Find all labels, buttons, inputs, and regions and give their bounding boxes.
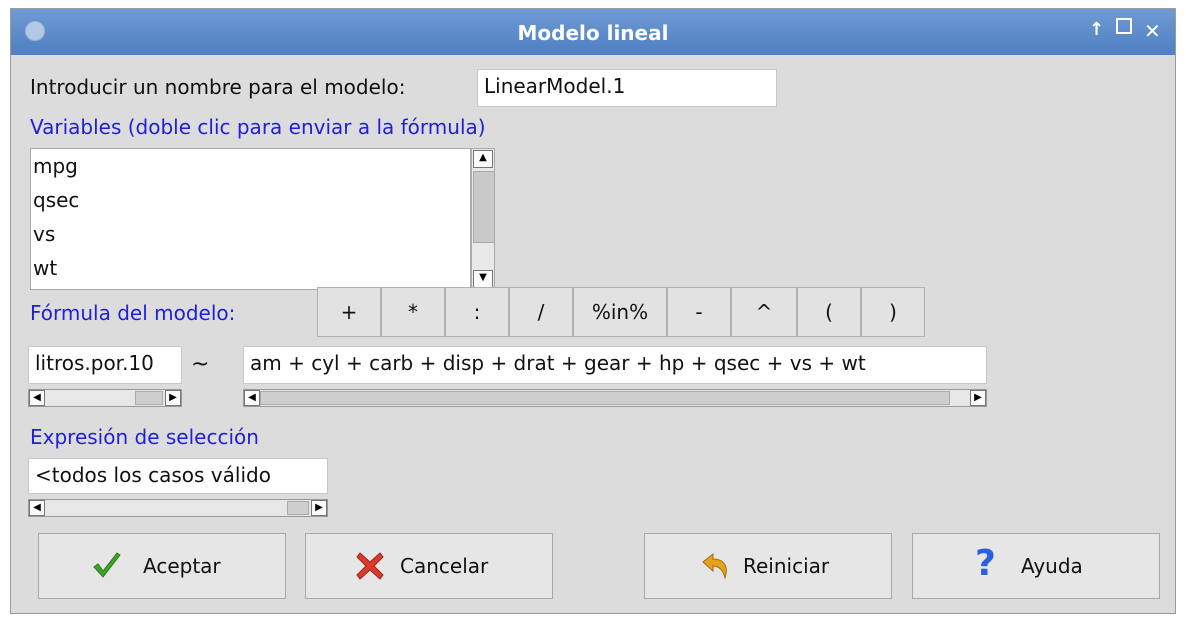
undo-arrow-icon — [702, 552, 727, 580]
help-button-label: Ayuda — [1021, 554, 1083, 578]
op-rparen-button[interactable]: ) — [861, 287, 925, 337]
model-name-input[interactable]: LinearModel.1 — [477, 69, 777, 107]
list-item[interactable]: vs — [31, 217, 470, 251]
variables-listbox[interactable]: mpg qsec vs wt — [30, 148, 471, 290]
predictors-input[interactable]: am + cyl + carb + disp + drat + gear + h… — [243, 346, 987, 384]
op-colon-button[interactable]: : — [445, 287, 509, 337]
list-item[interactable]: wt — [31, 251, 470, 285]
op-times-button[interactable]: * — [381, 287, 445, 337]
ok-button[interactable]: Aceptar — [38, 533, 286, 599]
op-lparen-button[interactable]: ( — [797, 287, 861, 337]
list-item[interactable]: mpg — [31, 149, 470, 183]
scroll-down-icon[interactable]: ▼ — [473, 270, 493, 288]
scroll-left-icon[interactable]: ◀ — [29, 500, 45, 516]
window-title: Modelo lineal — [517, 21, 669, 45]
list-item[interactable]: qsec — [31, 183, 470, 217]
x-icon — [356, 552, 384, 580]
title-bar: Modelo lineal ↑ ✕ — [11, 9, 1175, 55]
variables-label: Variables (doble clic para enviar a la f… — [30, 115, 486, 139]
scroll-thumb[interactable] — [473, 171, 495, 243]
scroll-up-icon[interactable]: ▲ — [473, 150, 493, 168]
selection-label: Expresión de selección — [30, 425, 259, 449]
tilde-symbol: ~ — [191, 352, 210, 377]
selection-hscrollbar[interactable]: ◀ ▶ — [28, 499, 328, 517]
up-arrow-icon[interactable]: ↑ — [1089, 19, 1104, 40]
scroll-left-icon[interactable]: ◀ — [29, 390, 45, 406]
scroll-right-icon[interactable]: ▶ — [970, 390, 986, 406]
help-button[interactable]: ? Ayuda — [912, 533, 1160, 599]
cancel-button-label: Cancelar — [400, 554, 489, 578]
op-power-button[interactable]: ^ — [731, 287, 797, 337]
dialog-window: Modelo lineal ↑ ✕ Introducir un nombre p… — [10, 8, 1176, 614]
predictors-hscrollbar[interactable]: ◀ ▶ — [243, 389, 987, 407]
scroll-thumb[interactable] — [260, 391, 950, 405]
check-icon — [93, 552, 121, 578]
op-divide-button[interactable]: / — [509, 287, 573, 337]
scroll-right-icon[interactable]: ▶ — [165, 390, 181, 406]
op-plus-button[interactable]: + — [317, 287, 381, 337]
model-name-label: Introducir un nombre para el modelo: — [30, 75, 406, 99]
scroll-right-icon[interactable]: ▶ — [311, 500, 327, 516]
scroll-left-icon[interactable]: ◀ — [244, 390, 260, 406]
variables-scrollbar[interactable]: ▲ ▼ — [471, 148, 495, 290]
cancel-button[interactable]: Cancelar — [305, 533, 553, 599]
scroll-thumb[interactable] — [287, 501, 309, 515]
scroll-thumb[interactable] — [135, 391, 163, 405]
selection-input[interactable]: <todos los casos válido — [28, 458, 328, 494]
formula-label: Fórmula del modelo: — [30, 301, 236, 325]
response-input[interactable]: litros.por.10 — [28, 346, 182, 384]
question-icon: ? — [975, 543, 996, 584]
op-in-button[interactable]: %in% — [573, 287, 667, 337]
reset-button[interactable]: Reiniciar — [644, 533, 892, 599]
response-hscrollbar[interactable]: ◀ ▶ — [28, 389, 182, 407]
ok-button-label: Aceptar — [143, 554, 221, 578]
reset-button-label: Reiniciar — [743, 554, 830, 578]
op-minus-button[interactable]: - — [667, 287, 731, 337]
close-icon[interactable]: ✕ — [1144, 19, 1161, 43]
maximize-icon[interactable] — [1116, 18, 1132, 34]
